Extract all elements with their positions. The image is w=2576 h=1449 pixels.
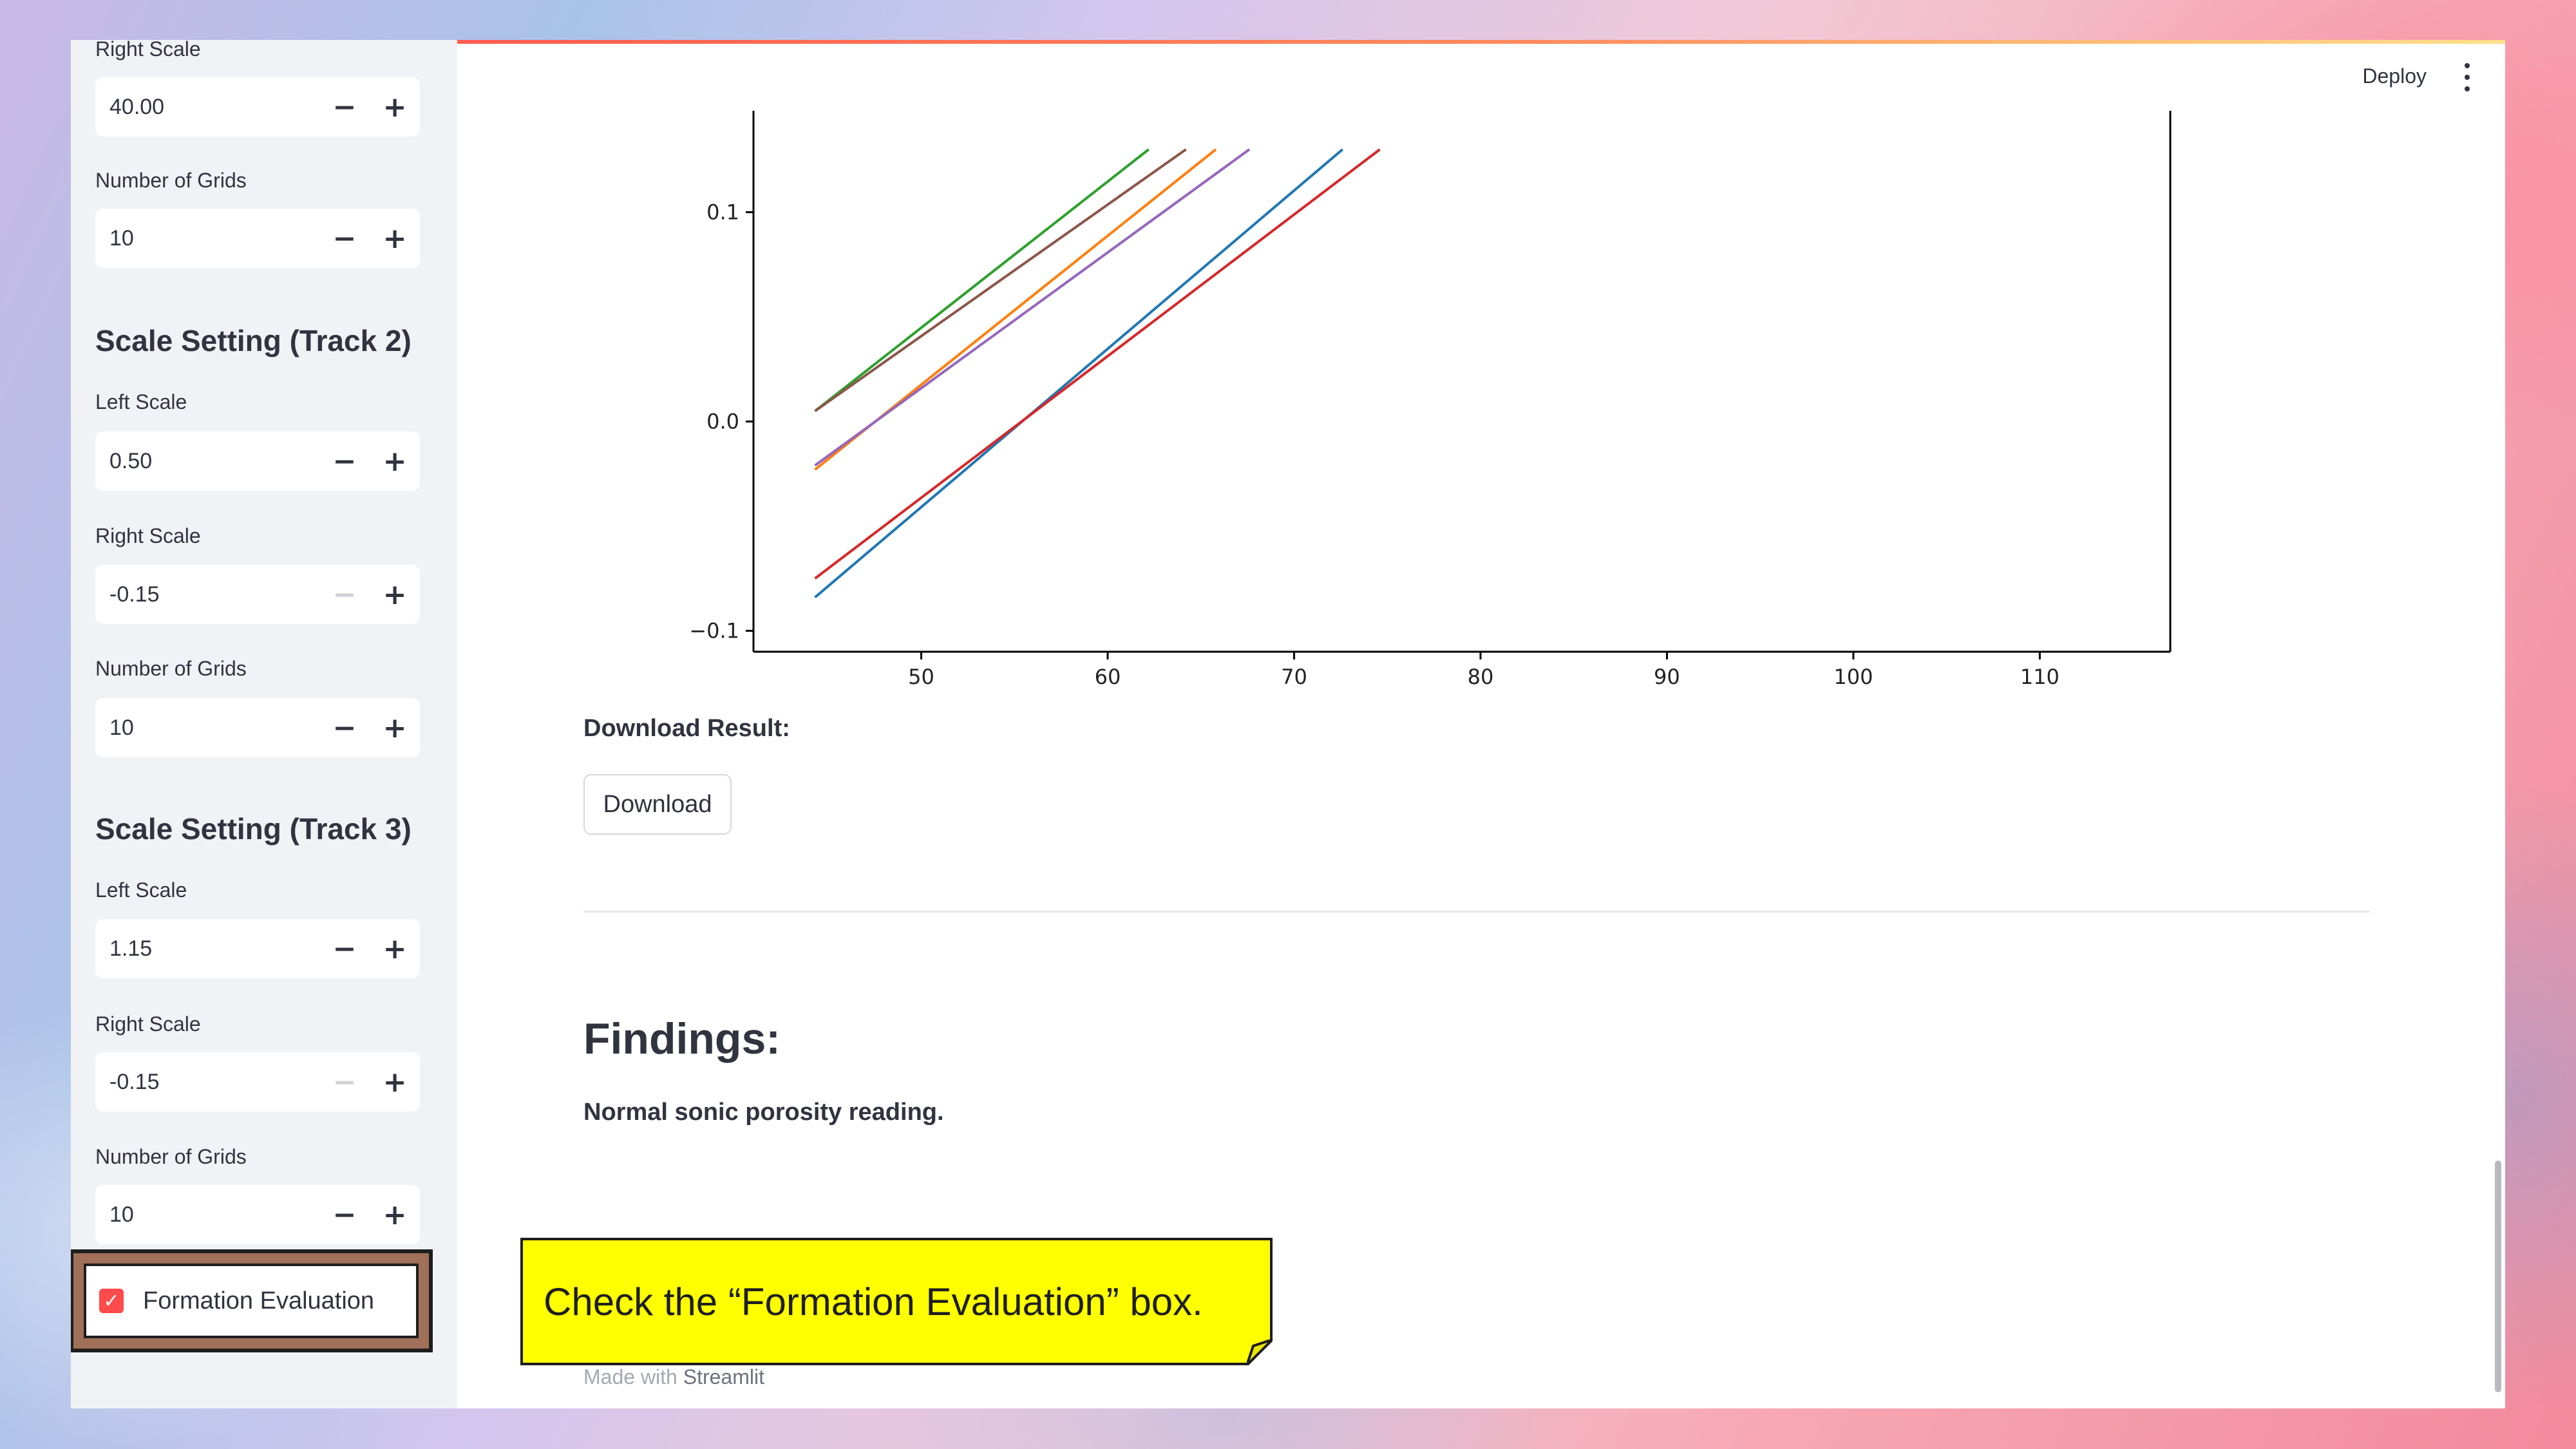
track1-grids-input[interactable]: 10 − + — [95, 209, 420, 268]
track3-left-scale-value[interactable]: 1.15 — [95, 936, 319, 961]
track1-right-scale-label: Right Scale — [95, 40, 201, 61]
decrement-button[interactable]: − — [319, 565, 370, 624]
increment-button[interactable]: + — [370, 77, 420, 137]
decrement-button[interactable]: − — [319, 431, 370, 491]
track2-grids-label: Number of Grids — [95, 657, 247, 680]
decrement-button[interactable]: − — [319, 919, 370, 978]
deploy-button[interactable]: Deploy — [2362, 64, 2427, 88]
checkmark-icon[interactable]: ✓ — [99, 1289, 124, 1313]
increment-button[interactable]: + — [370, 1052, 420, 1112]
main-content: Deploy 5060708090100110−0.10.00.1Sonic L… — [457, 40, 2505, 1408]
track2-left-scale-input[interactable]: 0.50 − + — [95, 431, 420, 491]
findings-title: Findings: — [583, 1014, 781, 1063]
scrollbar[interactable] — [2495, 1160, 2501, 1392]
track3-left-scale-label: Left Scale — [95, 878, 187, 902]
footer: Made with Streamlit — [583, 1365, 764, 1389]
sonic-log-chart: 5060708090100110−0.10.00.1Sonic Log Read… — [689, 111, 2172, 689]
decrement-button[interactable]: − — [319, 1185, 370, 1244]
decrement-button[interactable]: − — [319, 1052, 370, 1112]
track3-right-scale-input[interactable]: -0.15 − + — [95, 1052, 420, 1112]
download-button[interactable]: Download — [583, 774, 732, 835]
decrement-button[interactable]: − — [319, 698, 370, 757]
increment-button[interactable]: + — [370, 698, 420, 757]
app-window: Right Scale 40.00 − + Number of Grids 10… — [71, 40, 2505, 1408]
track2-section-title: Scale Setting (Track 2) — [95, 324, 412, 357]
x-tick-label: 80 — [1468, 665, 1494, 689]
formation-evaluation-highlight: ✓ Formation Evaluation — [71, 1249, 433, 1352]
download-title: Download Result: — [583, 715, 790, 742]
increment-button[interactable]: + — [370, 565, 420, 624]
x-tick-label: 100 — [1833, 665, 1873, 689]
track2-right-scale-label: Right Scale — [95, 524, 201, 547]
increment-button[interactable]: + — [370, 431, 420, 491]
series-line-2 — [814, 148, 1187, 412]
y-tick-label: −0.1 — [689, 619, 739, 643]
instruction-callout: Check the “Formation Evaluation” box. — [520, 1238, 1273, 1365]
track2-grids-input[interactable]: 10 − + — [95, 698, 420, 757]
increment-button[interactable]: + — [370, 1185, 420, 1244]
increment-button[interactable]: + — [370, 919, 420, 978]
track3-grids-input[interactable]: 10 − + — [95, 1185, 420, 1244]
track3-grids-label: Number of Grids — [95, 1145, 247, 1168]
x-tick-label: 90 — [1654, 665, 1680, 689]
y-tick-label: 0.0 — [706, 410, 739, 434]
track3-grids-value[interactable]: 10 — [95, 1202, 319, 1227]
track2-grids-value[interactable]: 10 — [95, 715, 319, 741]
x-tick-label: 110 — [2020, 665, 2060, 689]
x-tick-label: 60 — [1095, 665, 1121, 689]
formation-evaluation-checkbox[interactable]: ✓ Formation Evaluation — [84, 1264, 419, 1338]
track1-right-scale-input[interactable]: 40.00 − + — [95, 77, 420, 137]
series-line-6 — [814, 148, 1381, 580]
sidebar: Right Scale 40.00 − + Number of Grids 10… — [71, 40, 457, 1408]
track1-right-scale-value[interactable]: 40.00 — [95, 95, 319, 120]
increment-button[interactable]: + — [370, 209, 420, 268]
footer-prefix: Made with — [583, 1365, 677, 1388]
more-menu-icon[interactable] — [2458, 63, 2477, 91]
decrement-button[interactable]: − — [319, 209, 370, 268]
track3-section-title: Scale Setting (Track 3) — [95, 812, 412, 846]
track3-right-scale-label: Right Scale — [95, 1012, 201, 1036]
track2-right-scale-value[interactable]: -0.15 — [95, 582, 319, 607]
x-tick-label: 50 — [908, 665, 934, 689]
track1-grids-label: Number of Grids — [95, 169, 247, 192]
track2-left-scale-value[interactable]: 0.50 — [95, 449, 319, 474]
streamlit-link[interactable]: Streamlit — [683, 1365, 764, 1388]
decrement-button[interactable]: − — [319, 77, 370, 137]
series-line-5 — [814, 148, 1344, 599]
track2-right-scale-input[interactable]: -0.15 − + — [95, 565, 420, 624]
instruction-text: Check the “Formation Evaluation” box. — [544, 1280, 1203, 1323]
track3-right-scale-value[interactable]: -0.15 — [95, 1070, 319, 1095]
divider — [583, 911, 2370, 913]
findings-text: Normal sonic porosity reading. — [583, 1099, 944, 1126]
track1-grids-value[interactable]: 10 — [95, 226, 319, 251]
x-tick-label: 70 — [1281, 665, 1307, 689]
track2-left-scale-label: Left Scale — [95, 390, 187, 413]
y-tick-label: 0.1 — [706, 200, 739, 225]
track3-left-scale-input[interactable]: 1.15 − + — [95, 919, 420, 978]
series-line-1 — [814, 148, 1150, 412]
series-line-4 — [814, 148, 1251, 467]
formation-evaluation-label[interactable]: Formation Evaluation — [143, 1287, 374, 1315]
note-fold-icon — [1247, 1340, 1273, 1365]
